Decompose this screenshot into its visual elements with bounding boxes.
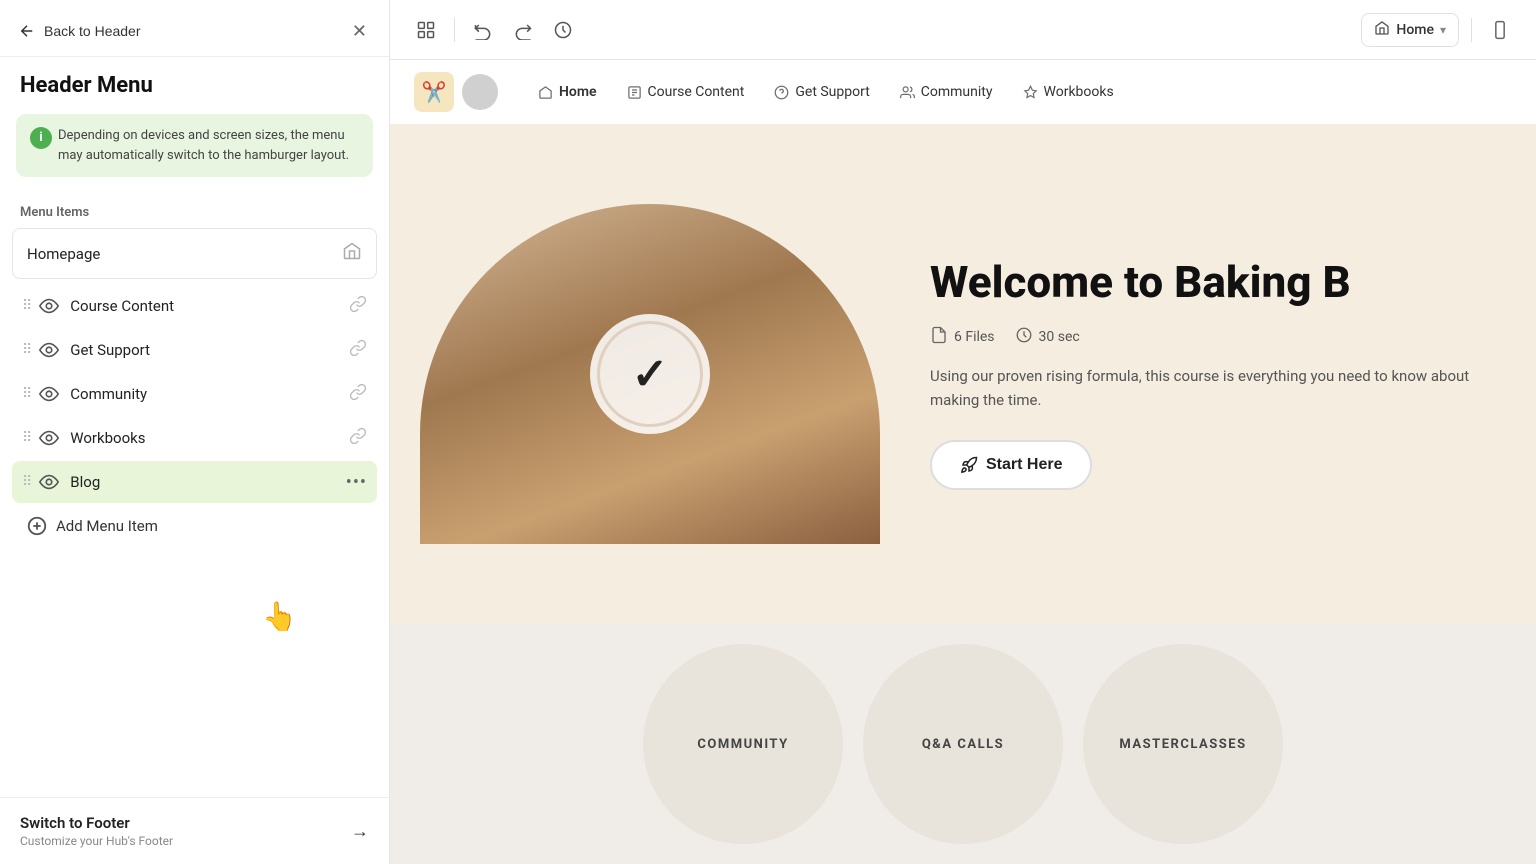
hero-image-area: ✓ [390,124,910,624]
plus-circle-icon [26,515,48,537]
toolbar-separator-1 [454,18,455,42]
checkmark-icon: ✓ [632,348,669,400]
feature-masterclasses-label: MASTERCLASSES [1119,737,1246,752]
rocket-icon [960,456,978,474]
hero-section: ✓ Welcome to Baking B 6 Files [390,124,1536,624]
workbooks-label: Workbooks [70,429,349,447]
eye-icon-blog [38,471,60,493]
eye-icon-get-support [38,339,60,361]
link-icon-community [349,383,367,405]
nav-link-community[interactable]: Community [900,84,993,100]
drag-handle-blog[interactable]: ⠿ [22,474,32,490]
duration-meta: 30 sec [1015,326,1080,348]
hero-title: Welcome to Baking B [930,258,1496,306]
hero-meta: 6 Files 30 sec [930,326,1496,348]
logo-circle [462,74,498,110]
home-selector-icon [1374,20,1390,40]
add-menu-item-label: Add Menu Item [56,517,158,535]
menu-item-homepage[interactable]: Homepage [12,228,377,279]
panel-title: Header Menu [0,57,389,106]
left-panel: Back to Header ✕ Header Menu i Depending… [0,0,390,864]
grid-view-button[interactable] [410,14,442,46]
back-btn-label: Back to Header [44,23,141,39]
close-button[interactable]: ✕ [348,18,371,44]
menu-item-get-support[interactable]: ⠿ Get Support [12,329,377,371]
course-content-label: Course Content [70,297,349,315]
nav-link-get-support[interactable]: Get Support [774,84,869,100]
info-box: i Depending on devices and screen sizes,… [16,114,373,177]
blog-label: Blog [70,473,346,491]
start-here-button[interactable]: Start Here [930,440,1092,490]
eye-icon-community [38,383,60,405]
info-text: Depending on devices and screen sizes, t… [58,128,349,163]
menu-item-workbooks[interactable]: ⠿ Workbooks [12,417,377,459]
start-here-label: Start Here [986,456,1062,474]
switch-footer-text: Switch to Footer Customize your Hub's Fo… [20,814,173,848]
feature-community-label: COMMUNITY [697,737,788,752]
more-options-icon[interactable]: ••• [346,472,367,493]
arrow-right-icon: → [351,821,369,842]
menu-item-community[interactable]: ⠿ Community [12,373,377,415]
chevron-down-icon: ▾ [1440,23,1446,37]
nav-link-course-content[interactable]: Course Content [627,84,745,100]
redo-button[interactable] [507,14,539,46]
switch-footer-title: Switch to Footer [20,814,173,832]
panel-header: Back to Header ✕ [0,0,389,57]
bottom-section: COMMUNITY Q&A CALLS MASTERCLASSES [390,624,1536,864]
site-logo-area: ✂️ [414,72,498,112]
drag-handle-community[interactable]: ⠿ [22,386,32,402]
feature-circle-masterclasses: MASTERCLASSES [1083,644,1283,844]
bread-image: ✓ [420,204,880,544]
community-label: Community [70,385,349,403]
menu-item-course-content[interactable]: ⠿ Course Content [12,285,377,327]
files-count: 6 Files [954,329,995,345]
add-menu-item-button[interactable]: Add Menu Item [12,505,377,547]
nav-link-home[interactable]: Home [538,84,597,100]
home-selector-label: Home [1396,22,1434,38]
home-selector[interactable]: Home ▾ [1361,13,1459,47]
drag-handle-course-content[interactable]: ⠿ [22,298,32,314]
link-icon-workbooks [349,427,367,449]
link-icon-course-content [349,295,367,317]
homepage-label: Homepage [27,245,342,263]
checkmark-circle: ✓ [590,314,710,434]
website-preview: ✂️ Home Course Content [390,60,1536,864]
home-icon [342,241,362,266]
toolbar: Home ▾ [390,0,1536,60]
eye-icon-course-content [38,295,60,317]
drag-handle-workbooks[interactable]: ⠿ [22,430,32,446]
menu-item-blog[interactable]: ⠿ Blog ••• [12,461,377,503]
switch-to-footer-section[interactable]: Switch to Footer Customize your Hub's Fo… [0,797,389,864]
hero-content: Welcome to Baking B 6 Files [910,124,1536,624]
link-icon-get-support [349,339,367,361]
files-icon [930,326,948,348]
nav-link-workbooks[interactable]: Workbooks [1023,84,1114,100]
feature-qa-label: Q&A CALLS [922,737,1004,752]
switch-footer-subtitle: Customize your Hub's Footer [20,834,173,848]
back-to-header-button[interactable]: Back to Header [18,22,141,40]
get-support-label: Get Support [70,341,349,359]
history-button[interactable] [547,14,579,46]
duration-value: 30 sec [1039,329,1080,345]
feature-circle-community: COMMUNITY [643,644,843,844]
feature-circle-qa-calls: Q&A CALLS [863,644,1063,844]
site-nav-links: Home Course Content Get Support [538,84,1512,100]
eye-icon-workbooks [38,427,60,449]
site-nav: ✂️ Home Course Content [390,60,1536,124]
menu-items-section-label: Menu Items [0,189,389,228]
back-arrow-icon [18,22,36,40]
logo-scissors: ✂️ [414,72,454,112]
drag-handle-get-support[interactable]: ⠿ [22,342,32,358]
undo-button[interactable] [467,14,499,46]
info-icon: i [30,127,52,149]
right-panel: Home ▾ ✂️ Home [390,0,1536,864]
clock-icon [1015,326,1033,348]
toolbar-separator-2 [1471,18,1472,42]
menu-items-list: Homepage ⠿ Course Content [0,228,389,797]
hero-description: Using our proven rising formula, this co… [930,364,1496,412]
mobile-view-button[interactable] [1484,14,1516,46]
files-meta: 6 Files [930,326,995,348]
